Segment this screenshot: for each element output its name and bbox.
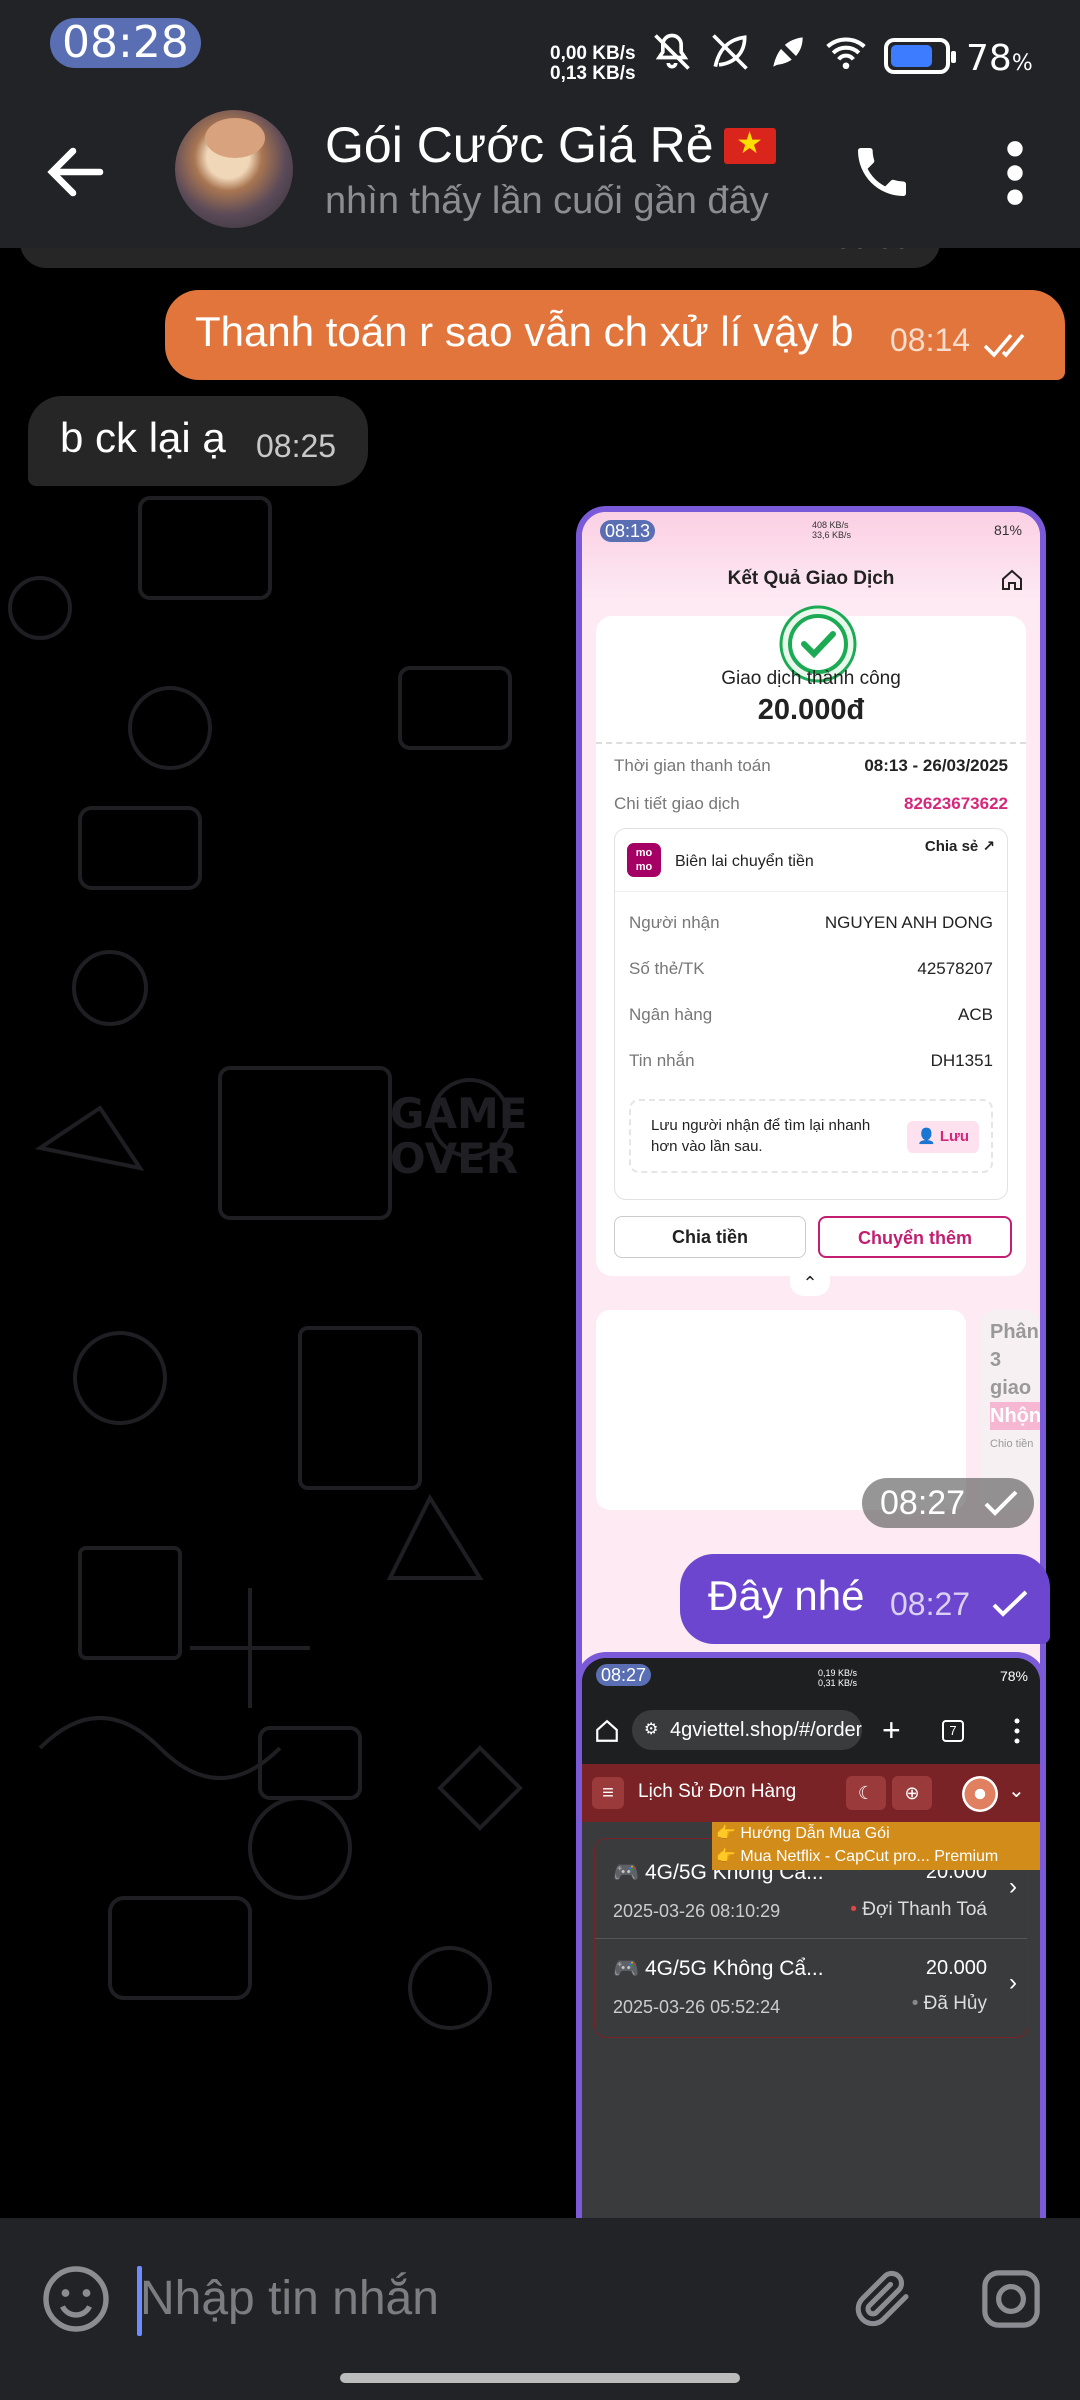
site-header: ≡ Lịch Sử Đơn Hàng ☾ ⊕ ⌄ — [582, 1764, 1040, 1822]
promo-banner[interactable]: 👉 Hướng Dẫn Mua Gói 👉 Mua Netflix - CapC… — [712, 1822, 1040, 1870]
paperclip-icon[interactable] — [850, 2266, 914, 2330]
order-status: • Đợi Thanh Toá — [850, 1899, 987, 1920]
message-bubble-outgoing[interactable]: Đây nhé 08:27 — [680, 1554, 1050, 1644]
battery-percent: 78% — [966, 38, 1033, 79]
message-bubble-incoming[interactable]: b ck lại ạ 08:25 — [28, 396, 368, 486]
more-options-icon[interactable] — [1000, 140, 1030, 206]
payment-time-row: Thời gian thanh toán 08:13 - 26/03/2025 — [614, 756, 1008, 775]
chat-header: Gói Cước Giá Rẻ nhìn thấy lần cuối gần đ… — [0, 100, 1080, 248]
order-row[interactable]: 🎮 4G/5G Không Cẩ... 2025-03-26 05:52:24 … — [595, 1939, 1027, 2039]
language-icon[interactable]: ⊕ — [892, 1776, 932, 1810]
save-recipient-button[interactable]: 👤 Lưu — [906, 1121, 979, 1153]
momo-battery: 81% — [993, 522, 1022, 538]
site-page-title: Lịch Sử Đơn Hàng — [638, 1781, 797, 1802]
transaction-card: Giao dịch thành công 20.000đ Thời gian t… — [596, 605, 1026, 1276]
emoji-icon[interactable] — [40, 2263, 112, 2335]
message-input[interactable] — [140, 2248, 800, 2348]
message-text: Đây nhé — [708, 1572, 865, 1619]
order-name: 🎮 4G/5G Không Cẩ... — [613, 1957, 824, 1980]
leaf-off-icon — [712, 34, 748, 70]
divider — [615, 891, 1007, 892]
divider — [596, 742, 1026, 744]
text-cursor — [137, 2266, 142, 2336]
split-money-button[interactable]: Chia tiền — [614, 1216, 806, 1258]
vietnam-flag-icon — [723, 126, 776, 164]
transaction-detail-row[interactable]: Chi tiết giao dịch 82623673622 — [614, 794, 1008, 814]
message-bubble-outgoing[interactable]: Thanh toán r sao vẫn ch xử lí vậy b 08:1… — [165, 290, 1065, 380]
image-timestamp: 08:27 — [862, 1478, 1034, 1528]
double-check-icon — [983, 333, 1025, 358]
back-arrow-icon[interactable] — [40, 136, 112, 208]
success-text: Giao dịch thành công — [721, 668, 901, 689]
home-indicator[interactable] — [340, 2373, 740, 2383]
momo-screen-title: Kết Quả Giao Dịch — [727, 568, 895, 589]
mute-icon — [654, 33, 690, 70]
web-status-bar: 08:27 0,19 KB/s 0,31 KB/s 78% — [582, 1658, 1040, 1698]
status-icons — [650, 30, 868, 74]
message-text: b ck lại ạ — [60, 414, 226, 461]
momo-netspeed: 408 KB/s 33,6 KB/s — [812, 520, 852, 540]
order-status: • Đã Hủy — [911, 1993, 987, 2014]
receipt-box: mo mo Biên lai chuyển tiền Chia sẻ ↗ Ngườ… — [614, 828, 1008, 1200]
chevron-right-icon[interactable]: › — [1009, 1969, 1017, 1997]
order-date: 2025-03-26 05:52:24 — [613, 1997, 781, 2017]
check-icon — [984, 1490, 1018, 1516]
message-bubble-incoming-cut[interactable]: 08:08 — [20, 248, 940, 268]
chat-title[interactable]: Gói Cước Giá Rẻ — [325, 116, 776, 174]
save-hint: Lưu người nhận để tìm lại nhanh hơn vào … — [651, 1117, 871, 1155]
phone-call-icon[interactable] — [850, 140, 914, 204]
browser-toolbar: ⚙ 4gviettel.shop/#/order + 7 — [582, 1698, 1040, 1764]
status-time: 08:28 — [50, 18, 201, 68]
browser-home-icon[interactable] — [594, 1718, 620, 1744]
message-row: Tin nhắn DH1351 — [629, 1051, 993, 1070]
network-speed: 0,00 KB/s 0,13 KB/s — [550, 43, 636, 84]
hamburger-menu-icon[interactable]: ≡ — [592, 1777, 624, 1809]
chevron-down-icon[interactable]: ⌄ — [1008, 1778, 1025, 1803]
account-row: Số thẻ/TK 42578207 — [629, 959, 993, 978]
momo-logo: mo mo — [627, 843, 661, 877]
check-icon — [992, 1590, 1028, 1617]
home-icon[interactable] — [1000, 568, 1024, 592]
order-price: 20.000 — [925, 1957, 987, 1979]
receipt-title: Biên lai chuyển tiền — [675, 853, 814, 870]
chevron-right-icon[interactable]: › — [1009, 1873, 1017, 1901]
tab-switcher-button[interactable]: 7 — [942, 1720, 964, 1742]
battery-icon — [884, 38, 956, 74]
momo-top-bar: 08:13 408 KB/s 33,6 KB/s 81% Kết Quả Gia… — [582, 512, 1040, 602]
browser-menu-icon[interactable] — [1012, 1718, 1022, 1744]
new-tab-icon[interactable]: + — [882, 1710, 901, 1750]
dark-mode-toggle[interactable]: ☾ — [846, 1776, 886, 1810]
message-time: 08:27 — [890, 1586, 971, 1622]
message-time: 08:25 — [256, 428, 337, 464]
battery-level — [891, 45, 932, 67]
message-time: 08:14 — [890, 322, 971, 358]
transfer-more-button[interactable]: Chuyển thêm — [818, 1216, 1012, 1258]
bank-row: Ngân hàng ACB — [629, 1005, 993, 1024]
image-message-order-history[interactable]: 08:27 0,19 KB/s 0,31 KB/s 78% ⚙ 4gviette… — [576, 1652, 1046, 2218]
leaf-off-icon-2 — [769, 33, 807, 71]
order-date: 2025-03-26 08:10:29 — [613, 1901, 781, 1921]
last-seen-status: nhìn thấy lần cuối gần đây — [325, 180, 769, 222]
chat-area[interactable]: GAME OVER 08:08 Thanh toán r sao vẫn ch … — [0, 248, 1080, 2218]
avatar[interactable] — [175, 110, 293, 228]
amount: 20.000đ — [757, 694, 865, 726]
expand-chevron-icon[interactable]: ⌃ — [790, 1272, 830, 1296]
status-bar: 08:28 0,00 KB/s 0,13 KB/s 78% — [0, 0, 1080, 100]
share-button[interactable]: Chia sẻ ↗ — [925, 837, 995, 855]
message-text: Thanh toán r sao vẫn ch xử lí vậy b — [195, 308, 854, 355]
recipient-row: Người nhận NGUYEN ANH DONG — [629, 913, 993, 932]
user-avatar[interactable] — [962, 1776, 998, 1812]
site-info-icon[interactable]: ⚙ — [644, 1710, 658, 1750]
address-bar[interactable]: ⚙ 4gviettel.shop/#/order — [632, 1710, 862, 1750]
save-recipient-box: Lưu người nhận để tìm lại nhanh hơn vào … — [629, 1099, 993, 1173]
decor-game-over: GAME — [390, 1089, 527, 1138]
decor-game-over-2: OVER — [390, 1134, 518, 1183]
wifi-icon — [826, 37, 866, 70]
camera-icon[interactable] — [978, 2266, 1044, 2332]
